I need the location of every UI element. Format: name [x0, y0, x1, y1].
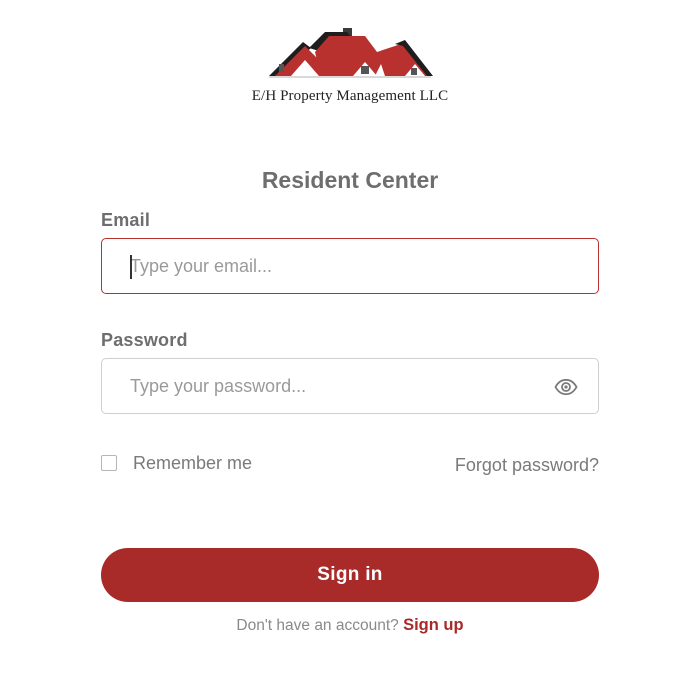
sign-in-button[interactable]: Sign in — [101, 548, 599, 602]
email-field[interactable] — [101, 238, 599, 294]
houses-logo — [269, 28, 433, 78]
login-page: E/H Property Management LLC Resident Cen… — [0, 0, 700, 700]
password-label: Password — [101, 330, 188, 350]
signup-prompt: Don't have an account? — [236, 617, 399, 634]
email-input[interactable] — [130, 239, 530, 293]
forgot-password-link[interactable]: Forgot password? — [455, 455, 599, 476]
page-title: Resident Center — [261, 167, 439, 193]
remember-me-label: Remember me — [133, 452, 253, 473]
sign-up-link[interactable]: Sign up — [403, 616, 464, 634]
eye-icon[interactable] — [554, 375, 578, 399]
remember-me[interactable]: Remember me — [101, 452, 252, 474]
password-field[interactable] — [101, 358, 599, 414]
password-input[interactable] — [130, 359, 530, 413]
company-name: E/H Property Management LLC — [251, 88, 449, 104]
text-cursor — [130, 255, 132, 279]
email-label: Email — [101, 210, 151, 230]
signup-line: Don't have an account? Sign up — [0, 616, 700, 635]
remember-me-checkbox[interactable] — [101, 455, 117, 471]
